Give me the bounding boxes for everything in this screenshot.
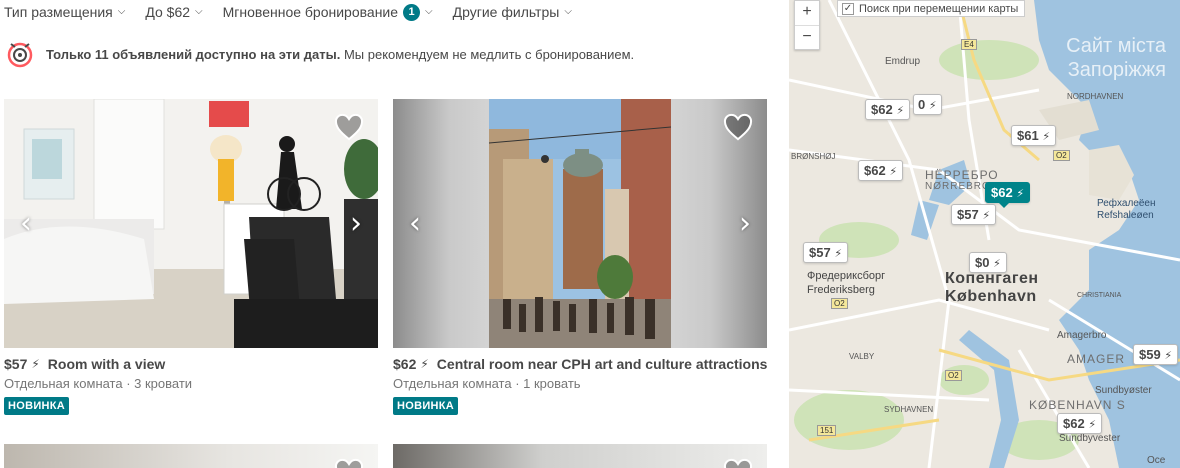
photo-prev-button[interactable]: ‹: [409, 208, 421, 239]
listing-title[interactable]: $62 ⚡ Central room near CPH art and cultu…: [393, 356, 767, 372]
listing-price: $57: [4, 356, 28, 372]
heart-icon[interactable]: [723, 113, 753, 141]
listing-card[interactable]: ‹ › $62 ⚡ Central room near CPH art and c…: [393, 99, 767, 415]
listing-price: $62: [393, 356, 417, 372]
zoom-in-button[interactable]: +: [795, 1, 819, 25]
map-price-pin-active[interactable]: $62 ⚡: [985, 182, 1031, 208]
map-label: Frederiksberg: [807, 284, 875, 296]
chevron-down-icon: ⌵: [195, 5, 203, 17]
listing-title[interactable]: $57 ⚡ Room with a view: [4, 356, 378, 372]
road-shield: O2: [1053, 150, 1070, 161]
checkbox-icon[interactable]: ✓: [842, 2, 854, 15]
room-photo-illustration: [4, 99, 378, 348]
map-label: Refshaleøen: [1097, 210, 1154, 221]
map-label: Sundbyvester: [1059, 433, 1121, 444]
zoom-out-button[interactable]: −: [795, 25, 819, 49]
road-shield: O2: [831, 298, 848, 309]
map-label: Рефхалеёен: [1097, 198, 1156, 209]
map-price-pin[interactable]: $61 ⚡: [1011, 125, 1057, 146]
map-label: Sundbyøster: [1095, 385, 1152, 396]
map-label: BRØNSHØJ: [791, 152, 836, 161]
target-icon: [7, 42, 33, 68]
road-shield: O2: [945, 370, 962, 381]
listing-subtitle: Отдельная комната · 1 кровать: [393, 376, 581, 391]
map-label: Oce: [1147, 455, 1166, 466]
photo-prev-button[interactable]: ‹: [20, 208, 32, 239]
photo-next-button[interactable]: ›: [350, 208, 362, 239]
search-on-move-toggle[interactable]: ✓ Поиск при перемещении карты: [837, 0, 1026, 17]
road-shield: 151: [817, 425, 837, 436]
map-label: NORDHAVNEN: [1067, 92, 1124, 101]
map-label: NØRREBRO: [925, 181, 991, 192]
instant-book-icon: ⚡: [420, 357, 429, 371]
map-price-pin[interactable]: $62 ⚡: [1057, 413, 1103, 434]
listing-photo[interactable]: ‹ ›: [393, 99, 767, 348]
new-badge: НОВИНКА: [4, 397, 70, 415]
filter-count-badge: 1: [403, 3, 421, 21]
chevron-down-icon: ⌵: [425, 5, 433, 17]
map-label: Emdrup: [885, 56, 921, 67]
watermark: Сайт міста Запоріжжя: [1066, 35, 1166, 81]
map-label: CHRISTIANIA: [1077, 292, 1122, 299]
map-price-pin[interactable]: $62 ⚡: [858, 160, 904, 181]
map-price-pin[interactable]: $0 ⚡: [969, 252, 1007, 273]
map-price-pin[interactable]: 0 ⚡: [913, 94, 942, 115]
listing-card-partial[interactable]: [393, 444, 767, 468]
chevron-down-icon: ⌵: [564, 5, 572, 17]
photo-next-button[interactable]: ›: [739, 208, 751, 239]
map-label: KØBENHAVN S: [1029, 398, 1126, 412]
map-label: Amagerbro: [1057, 330, 1107, 341]
notice-text: Мы рекомендуем не медлить с бронирование…: [343, 46, 635, 62]
map-price-pin[interactable]: $57 ⚡: [951, 204, 997, 225]
notice-bold: Только 11 объявлений доступно на эти дат…: [46, 46, 341, 62]
heart-icon[interactable]: [723, 458, 753, 468]
chevron-down-icon: ⌵: [117, 5, 126, 17]
map-label: НЁРРЕБРО: [925, 168, 999, 182]
heart-icon[interactable]: [334, 458, 364, 468]
map-label: SYDHAVNEN: [884, 405, 934, 414]
heart-icon[interactable]: [334, 113, 364, 141]
map-label: København: [945, 288, 1037, 305]
listing-card[interactable]: ‹ › $57 ⚡ Room with a view Отдельная комн…: [4, 99, 378, 415]
listing-card-partial[interactable]: [4, 444, 378, 468]
map-label: VALBY: [849, 352, 875, 361]
listing-subtitle: Отдельная комната · 3 кровати: [4, 376, 193, 391]
filter-price[interactable]: До $62 ⌵: [145, 4, 202, 20]
listing-name: Room with a view: [47, 356, 166, 372]
map-label: AMAGER: [1067, 352, 1126, 366]
map-label: Фредериксборг: [807, 270, 886, 282]
map[interactable]: Сайт міста Запоріжжя + − ✓ Поиск при пер…: [789, 0, 1180, 468]
map-price-pin[interactable]: $57 ⚡: [803, 242, 849, 263]
zoom-control: + −: [794, 0, 820, 50]
instant-book-icon: ⚡: [31, 357, 40, 371]
filter-room-type[interactable]: Тип размещения ⌵: [4, 4, 125, 20]
map-price-pin[interactable]: $59 ⚡: [1133, 344, 1179, 365]
filter-bar: Тип размещения ⌵ До $62 ⌵ Мгновенное бро…: [4, 2, 572, 22]
new-badge: НОВИНКА: [393, 397, 459, 415]
road-shield: E4: [961, 39, 977, 50]
map-price-pin[interactable]: $62 ⚡: [865, 99, 911, 120]
listing-photo[interactable]: ‹ ›: [4, 99, 378, 348]
filter-instant-book[interactable]: Мгновенное бронирование 1 ⌵: [223, 3, 433, 21]
availability-notice: Только 11 объявлений доступно на эти дат…: [6, 40, 634, 68]
listing-name: Central room near CPH art and culture at…: [436, 356, 768, 372]
filter-more[interactable]: Другие фильтры ⌵: [453, 4, 572, 20]
street-photo-illustration: [488, 99, 672, 348]
